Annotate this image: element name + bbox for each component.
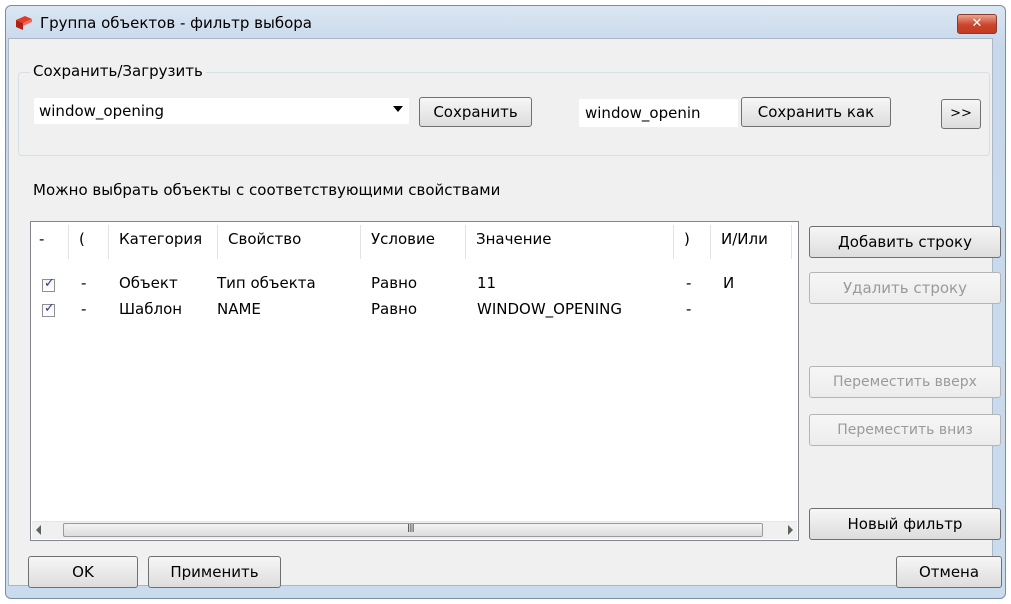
filter-combobox[interactable]: window_opening bbox=[33, 97, 410, 125]
checkmark-icon: ✓ bbox=[44, 301, 55, 316]
cell-close-paren: - bbox=[686, 274, 692, 292]
cell-value: 11 bbox=[477, 274, 497, 292]
cell-property: Тип объекта bbox=[217, 274, 316, 292]
row-checkbox[interactable]: ✓ bbox=[42, 301, 55, 317]
cell-condition: Равно bbox=[371, 274, 418, 292]
save-load-legend: Сохранить/Загрузить bbox=[30, 62, 206, 80]
new-filter-button[interactable]: Новый фильтр bbox=[809, 508, 1001, 540]
delete-row-button[interactable]: Удалить строку bbox=[809, 272, 1001, 304]
column-divider[interactable] bbox=[673, 225, 674, 259]
col-header-and-or[interactable]: И/Или bbox=[721, 230, 768, 248]
filter-combobox-value: window_opening bbox=[39, 102, 165, 120]
close-icon: ✕ bbox=[971, 16, 983, 31]
conditions-table: - ( Категория Свойство Условие Значение … bbox=[30, 221, 799, 541]
cell-value: WINDOW_OPENING bbox=[477, 300, 622, 318]
column-divider[interactable] bbox=[217, 225, 218, 259]
col-header-condition[interactable]: Условие bbox=[371, 230, 435, 248]
scrollbar-grip-icon: III bbox=[407, 522, 415, 535]
close-button[interactable]: ✕ bbox=[957, 14, 997, 34]
column-divider[interactable] bbox=[465, 225, 466, 259]
cell-condition: Равно bbox=[371, 300, 418, 318]
column-divider[interactable] bbox=[108, 225, 109, 259]
cell-category: Объект bbox=[119, 274, 178, 292]
column-divider[interactable] bbox=[360, 225, 361, 259]
scroll-left-arrow-icon[interactable] bbox=[36, 525, 41, 535]
col-header-dash[interactable]: - bbox=[39, 230, 44, 248]
cell-close-paren: - bbox=[686, 300, 692, 318]
col-header-open-paren[interactable]: ( bbox=[79, 230, 85, 248]
save-as-button[interactable]: Сохранить как bbox=[741, 97, 891, 127]
title-bar[interactable]: Группа объектов - фильтр выбора ✕ bbox=[6, 6, 1005, 40]
move-down-button[interactable]: Переместить вниз bbox=[809, 414, 1001, 446]
cancel-button[interactable]: Отмена bbox=[896, 556, 1002, 588]
cell-open-paren: - bbox=[81, 274, 87, 292]
col-header-category[interactable]: Категория bbox=[119, 230, 202, 248]
col-header-value[interactable]: Значение bbox=[476, 230, 552, 248]
col-header-property[interactable]: Свойство bbox=[228, 230, 301, 248]
app-icon bbox=[16, 16, 32, 30]
cell-property: NAME bbox=[217, 300, 261, 318]
save-button[interactable]: Сохранить bbox=[419, 97, 532, 127]
horizontal-scrollbar[interactable]: III bbox=[32, 521, 797, 539]
checkmark-icon: ✓ bbox=[44, 276, 55, 291]
window-title: Группа объектов - фильтр выбора bbox=[40, 14, 312, 32]
filter-caption: Можно выбрать объекты с соответствующими… bbox=[33, 181, 501, 199]
cell-and-or: И bbox=[723, 274, 735, 292]
scroll-right-arrow-icon[interactable] bbox=[788, 525, 793, 535]
more-button[interactable]: >> bbox=[941, 99, 981, 129]
move-up-button[interactable]: Переместить вверх bbox=[809, 366, 1001, 398]
dropdown-arrow-icon[interactable] bbox=[393, 106, 403, 112]
ok-button[interactable]: OK bbox=[28, 556, 138, 588]
add-row-button[interactable]: Добавить строку bbox=[809, 226, 1001, 258]
col-header-close-paren[interactable]: ) bbox=[684, 230, 690, 248]
scrollbar-thumb[interactable]: III bbox=[63, 522, 763, 537]
apply-button[interactable]: Применить bbox=[148, 556, 281, 588]
cell-open-paren: - bbox=[81, 300, 87, 318]
row-checkbox[interactable]: ✓ bbox=[42, 276, 55, 292]
cell-category: Шаблон bbox=[119, 300, 183, 318]
filter-name-input[interactable]: window_openin bbox=[579, 99, 738, 127]
column-divider[interactable] bbox=[791, 225, 792, 259]
column-divider[interactable] bbox=[710, 225, 711, 259]
column-divider[interactable] bbox=[68, 225, 69, 259]
